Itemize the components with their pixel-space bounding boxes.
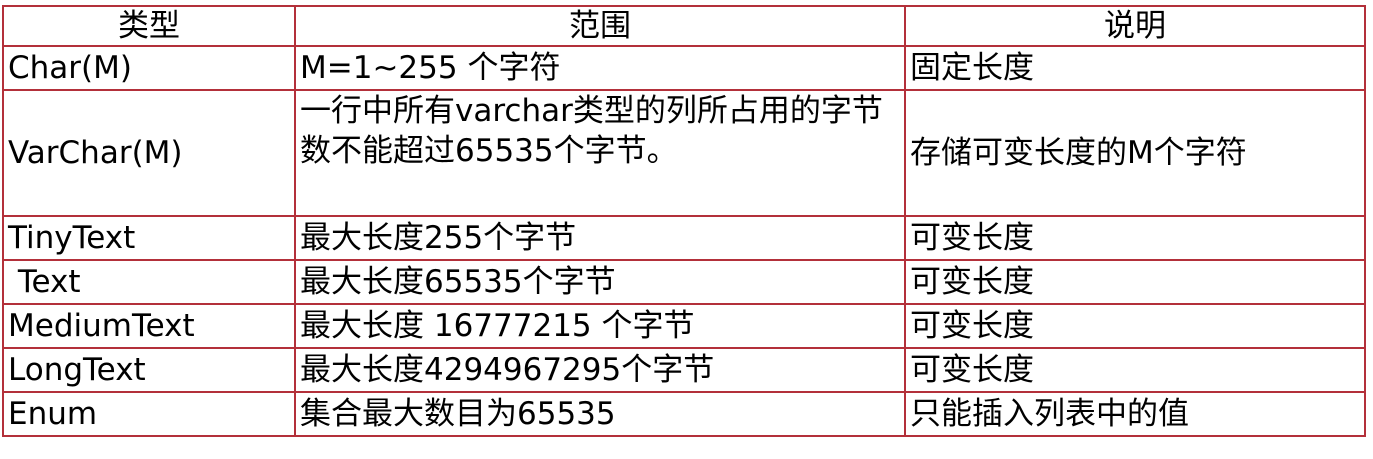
cell-range: 最大长度65535个字节 — [294, 259, 906, 305]
cell-description: 固定长度 — [904, 45, 1366, 91]
table-row-varchar: VarChar(M) 一行中所有varchar类型的列所占用的字节数不能超过65… — [2, 89, 1366, 217]
cell-type: TinyText — [2, 215, 296, 261]
header-range: 范围 — [294, 5, 906, 47]
cell-description: 可变长度 — [904, 303, 1366, 349]
cell-range: 集合最大数目为65535 — [294, 391, 906, 437]
cell-type: LongText — [2, 347, 296, 393]
table-row-char: Char(M) M=1~255 个字符 固定长度 — [2, 45, 1366, 91]
cell-description: 可变长度 — [904, 347, 1366, 393]
cell-type: Char(M) — [2, 45, 296, 91]
cell-type: Text — [2, 259, 296, 305]
cell-description: 可变长度 — [904, 259, 1366, 305]
table-row-text: Text 最大长度65535个字节 可变长度 — [2, 259, 1366, 305]
table-header-row: 类型 范围 说明 — [2, 5, 1366, 47]
table-row-longtext: LongText 最大长度4294967295个字节 可变长度 — [2, 347, 1366, 393]
cell-description: 存储可变长度的M个字符 — [904, 89, 1366, 217]
cell-range: 最大长度4294967295个字节 — [294, 347, 906, 393]
header-description: 说明 — [904, 5, 1366, 47]
cell-type: Enum — [2, 391, 296, 437]
header-type: 类型 — [2, 5, 296, 47]
cell-description: 只能插入列表中的值 — [904, 391, 1366, 437]
string-data-types-table: 类型 范围 说明 Char(M) M=1~255 个字符 固定长度 VarCha… — [2, 5, 1366, 437]
table-row-enum: Enum 集合最大数目为65535 只能插入列表中的值 — [2, 391, 1366, 437]
cell-range: 最大长度255个字节 — [294, 215, 906, 261]
data-types-table-container: 类型 范围 说明 Char(M) M=1~255 个字符 固定长度 VarCha… — [2, 5, 1366, 437]
cell-range: M=1~255 个字符 — [294, 45, 906, 91]
cell-range: 一行中所有varchar类型的列所占用的字节数不能超过65535个字节。 — [294, 89, 906, 217]
cell-description: 可变长度 — [904, 215, 1366, 261]
table-row-mediumtext: MediumText 最大长度 16777215 个字节 可变长度 — [2, 303, 1366, 349]
table-row-tinytext: TinyText 最大长度255个字节 可变长度 — [2, 215, 1366, 261]
cell-type: VarChar(M) — [2, 89, 296, 217]
cell-type: MediumText — [2, 303, 296, 349]
cell-range: 最大长度 16777215 个字节 — [294, 303, 906, 349]
